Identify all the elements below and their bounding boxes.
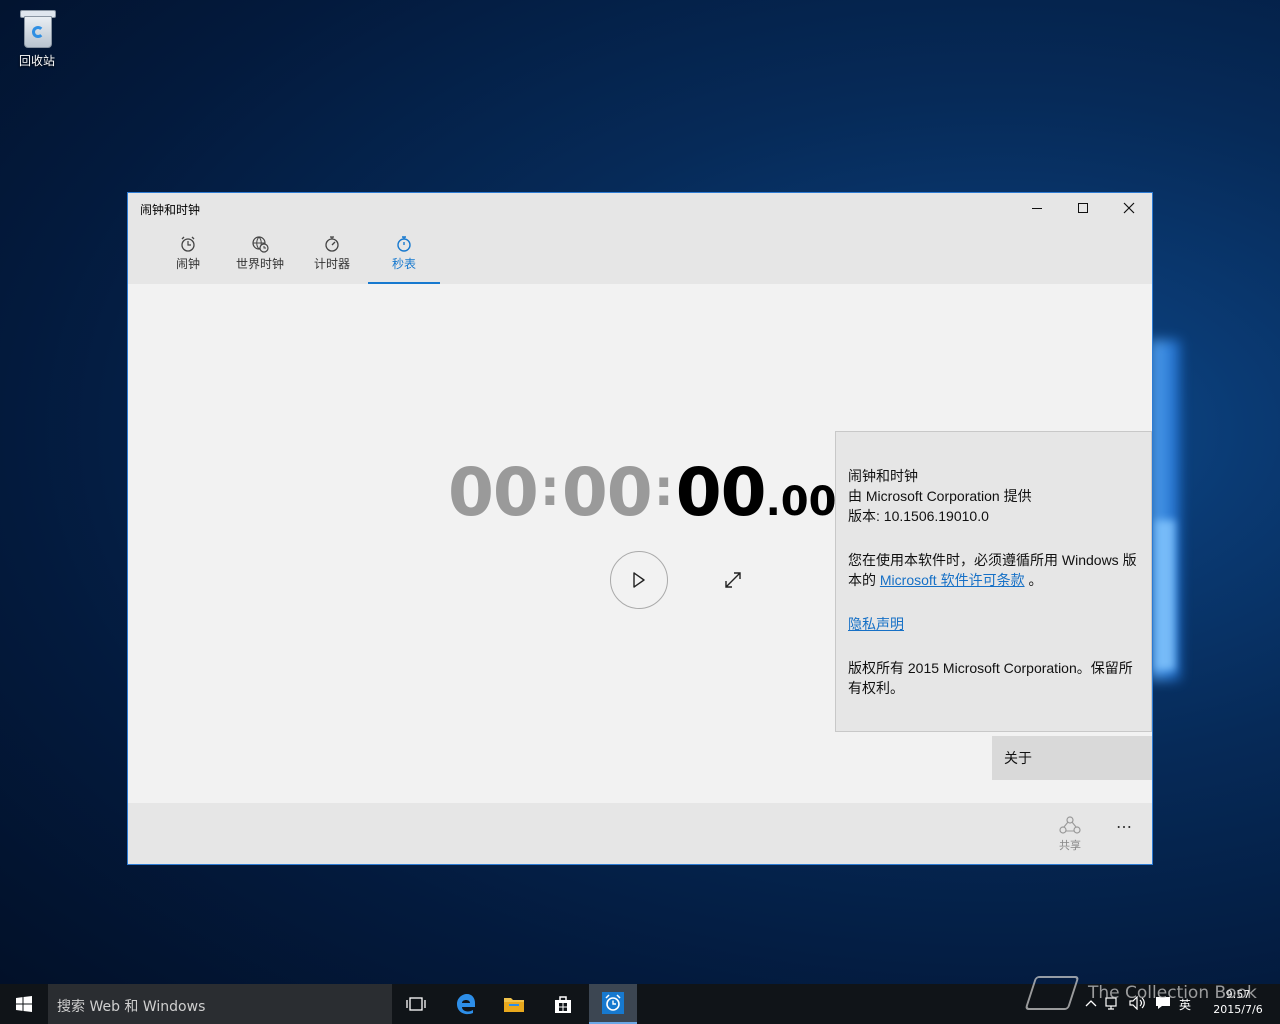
folder-icon — [504, 998, 524, 1012]
stopwatch-separator: : — [653, 459, 674, 517]
stopwatch-display: 00:00:00.00 — [448, 454, 836, 531]
expand-icon — [725, 572, 741, 588]
book-watermark-icon — [1024, 976, 1080, 1010]
alarm-clock-app-icon — [602, 992, 624, 1014]
close-button[interactable] — [1106, 193, 1152, 223]
license-suffix: 。 — [1028, 572, 1043, 588]
tab-alarm-label: 闹钟 — [175, 257, 200, 271]
watermark: The Collection Book — [1024, 976, 1257, 1010]
about-info: 闹钟和时钟 由 Microsoft Corporation 提供 版本: 10.… — [848, 466, 1139, 526]
stopwatch-hours: 00 — [448, 454, 539, 531]
watermark-text: The Collection Book — [1088, 983, 1257, 1003]
share-icon — [1050, 815, 1090, 837]
about-publisher: 由 Microsoft Corporation 提供 — [848, 488, 1032, 504]
windows-logo-icon — [16, 996, 32, 1012]
app-command-bar: 共享 … — [128, 803, 1152, 864]
tab-bar: 闹钟 世界时钟 计时器 秒表 — [128, 223, 1152, 284]
play-icon — [633, 572, 645, 588]
edge-browser-icon — [457, 994, 475, 1015]
expand-button[interactable] — [721, 568, 745, 592]
world-clock-icon — [224, 235, 296, 255]
store-taskbar-button[interactable] — [539, 984, 587, 1024]
about-copyright: 版权所有 2015 Microsoft Corporation。保留所有权利。 — [848, 660, 1133, 696]
about-version: 版本: 10.1506.19010.0 — [848, 508, 989, 524]
minimize-icon — [1032, 207, 1042, 209]
about-menu-item[interactable]: 关于 — [992, 736, 1152, 780]
file-explorer-taskbar-button[interactable] — [490, 984, 538, 1024]
stopwatch-hundredths: 00 — [780, 479, 837, 525]
recycle-bin-icon — [20, 8, 56, 48]
taskbar-search-box[interactable]: 搜索 Web 和 Windows — [48, 984, 392, 1024]
task-view-button[interactable] — [392, 984, 440, 1024]
about-app-name: 闹钟和时钟 — [848, 468, 918, 484]
share-label: 共享 — [1059, 839, 1081, 852]
window-title: 闹钟和时钟 — [140, 203, 201, 217]
share-button[interactable]: 共享 — [1050, 815, 1090, 853]
more-options-button[interactable]: … — [1116, 813, 1133, 832]
desktop-light-streak-inner — [1155, 520, 1175, 670]
minimize-button[interactable] — [1014, 193, 1060, 223]
license-terms-link[interactable]: Microsoft 软件许可条款 — [880, 572, 1025, 588]
stopwatch-separator: : — [539, 459, 560, 517]
stopwatch-decimal-point: . — [765, 479, 781, 525]
stopwatch-seconds: 00 — [675, 454, 767, 531]
stopwatch-icon — [368, 235, 440, 255]
tab-alarm[interactable]: 闹钟 — [158, 235, 218, 284]
title-bar[interactable]: 闹钟和时钟 — [128, 193, 1152, 223]
about-flyout: 闹钟和时钟 由 Microsoft Corporation 提供 版本: 10.… — [835, 431, 1152, 732]
maximize-icon — [1078, 203, 1088, 213]
maximize-button[interactable] — [1060, 193, 1106, 223]
about-license-text: 您在使用本软件时，必须遵循所用 Windows 版本的 Microsoft 软件… — [848, 550, 1139, 590]
store-bag-icon — [555, 996, 571, 1013]
tab-world-clock[interactable]: 世界时钟 — [224, 235, 296, 284]
tab-timer-label: 计时器 — [313, 257, 350, 271]
alarm-clock-icon — [158, 235, 218, 255]
recycle-bin-shortcut[interactable]: 回收站 — [8, 6, 66, 69]
tab-timer[interactable]: 计时器 — [302, 235, 362, 284]
tab-world-clock-label: 世界时钟 — [235, 257, 284, 271]
close-icon — [1123, 202, 1135, 214]
start-button[interactable] — [0, 984, 48, 1024]
about-privacy: 隐私声明 — [848, 614, 1139, 634]
edge-taskbar-button[interactable] — [442, 984, 490, 1024]
recycle-bin-label: 回收站 — [18, 54, 55, 68]
start-button[interactable] — [610, 551, 668, 609]
stopwatch-minutes: 00 — [561, 454, 653, 531]
tab-stopwatch-label: 秒表 — [391, 257, 416, 271]
tab-stopwatch[interactable]: 秒表 — [368, 235, 440, 284]
timer-icon — [302, 235, 362, 255]
privacy-statement-link[interactable]: 隐私声明 — [848, 616, 904, 632]
alarms-taskbar-button[interactable] — [589, 984, 637, 1024]
task-view-icon — [406, 997, 426, 1011]
